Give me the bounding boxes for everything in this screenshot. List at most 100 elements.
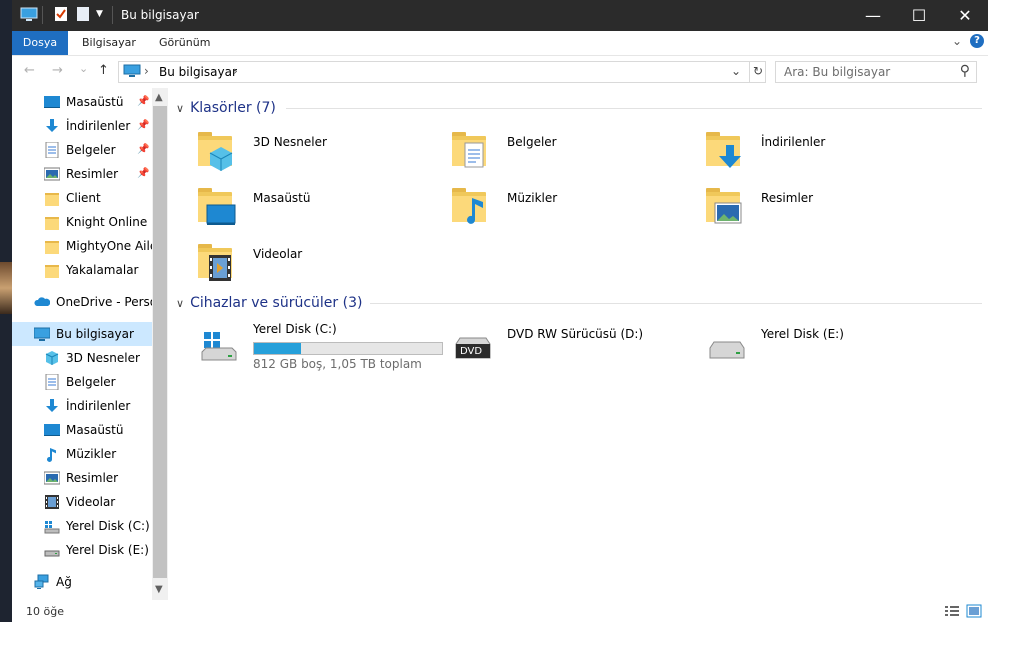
devices-group-title: Cihazlar ve sürücüler (3) [190, 295, 363, 311]
sidebar-item-label: 3D Nesneler [66, 351, 140, 365]
tab-computer[interactable]: Bilgisayar [82, 31, 136, 55]
sidebar-item-downloads[interactable]: İndirilenler [12, 114, 152, 138]
sidebar-item-music[interactable]: Müzikler [12, 442, 152, 466]
sidebar-item-label: Yakalamalar [66, 263, 139, 277]
devices-group-header[interactable]: ∨ Cihazlar ve sürücüler (3) [176, 295, 362, 311]
windows-drive-icon [44, 518, 60, 534]
sidebar-item-mightyone[interactable]: MightyOne Ailes [12, 234, 152, 258]
tab-file[interactable]: Dosya [12, 31, 68, 55]
drive-icon [44, 542, 60, 558]
folder-tile-3d-objects[interactable]: 3D Nesneler [196, 128, 446, 180]
pictures-icon [43, 470, 61, 486]
sidebar-item-label: Resimler [66, 167, 119, 181]
folder-label: Belgeler [507, 135, 557, 149]
back-button[interactable]: ← [24, 63, 35, 78]
sidebar-item-knight-online[interactable]: Knight Online [12, 210, 152, 234]
download-icon [704, 130, 748, 174]
folder-tile-pictures[interactable]: Resimler [704, 184, 954, 236]
sidebar-item-local-disk-e[interactable]: Yerel Disk (E:) [12, 538, 152, 562]
sidebar-item-documents-pc[interactable]: Belgeler [12, 370, 152, 394]
folders-group-header[interactable]: ∨ Klasörler (7) [176, 100, 276, 116]
quick-access-toolbar-dropdown-icon[interactable]: ▼ [96, 9, 103, 19]
sidebar-item-documents[interactable]: Belgeler [12, 138, 152, 162]
address-dropdown-icon[interactable]: ⌄ [731, 64, 741, 78]
desktop-background [0, 0, 12, 622]
sidebar-item-local-disk-c[interactable]: Yerel Disk (C:) [12, 514, 152, 538]
close-button[interactable]: ✕ [942, 0, 988, 31]
document-icon [44, 141, 60, 159]
tab-view[interactable]: Görünüm [159, 31, 210, 55]
sidebar-item-network[interactable]: Ağ [12, 570, 152, 594]
document-icon [44, 373, 60, 391]
forward-button[interactable]: → [52, 63, 63, 78]
sidebar-item-captures[interactable]: Yakalamalar [12, 258, 152, 282]
search-input[interactable]: Ara: Bu bilgisayar ⚲ [775, 61, 977, 83]
folder-tile-desktop[interactable]: Masaüstü [196, 184, 446, 236]
sidebar-item-videos[interactable]: Videolar [12, 490, 152, 514]
this-pc-icon[interactable] [20, 6, 38, 25]
sidebar-item-this-pc[interactable]: Bu bilgisayar [12, 322, 152, 346]
scroll-up-icon[interactable]: ▲ [155, 92, 163, 103]
folder-label: Müzikler [507, 191, 558, 205]
titlebar-separator-2 [112, 6, 113, 24]
search-icon[interactable]: ⚲ [960, 63, 970, 79]
navigation-scrollbar[interactable]: ▲ ▼ [152, 88, 168, 600]
desktop-icon [196, 186, 240, 230]
sidebar-item-downloads-pc[interactable]: İndirilenler [12, 394, 152, 418]
drive-space-text: 812 GB boş, 1,05 TB toplam [253, 357, 422, 371]
collapse-chevron-icon[interactable]: ∨ [176, 102, 184, 115]
maximize-button[interactable]: ☐ [896, 0, 942, 31]
sidebar-item-desktop[interactable]: Masaüstü [12, 90, 152, 114]
this-pc-icon [33, 326, 51, 342]
music-icon [450, 186, 494, 230]
desktop-wallpaper-fragment [0, 262, 12, 314]
address-bar[interactable]: › Bu bilgisayar › ⌄ ↻ [118, 61, 766, 83]
pin-icon[interactable]: 📌 [137, 144, 149, 155]
breadcrumb-separator-icon[interactable]: › [144, 64, 149, 78]
dvd-badge: DVD [460, 346, 483, 357]
expand-ribbon-icon[interactable]: ⌄ [952, 34, 962, 48]
details-view-icon[interactable] [944, 604, 960, 621]
file-explorer-window: ▼ Bu bilgisayar — ☐ ✕ Dosya Bilgisayar G… [12, 0, 988, 622]
sidebar-item-client[interactable]: Client [12, 186, 152, 210]
folder-tile-downloads[interactable]: İndirilenler [704, 128, 954, 180]
pin-icon[interactable]: 📌 [137, 96, 149, 107]
folder-label: Resimler [761, 191, 814, 205]
scrollbar-thumb[interactable] [153, 106, 167, 578]
properties-icon[interactable] [54, 6, 68, 25]
sidebar-item-onedrive[interactable]: OneDrive - Persor [12, 290, 152, 314]
up-button[interactable]: ↑ [98, 63, 109, 78]
pin-icon[interactable]: 📌 [137, 168, 149, 179]
download-icon [44, 398, 60, 414]
folder-label: Masaüstü [253, 191, 311, 205]
onedrive-icon [34, 294, 51, 310]
drive-tile-c[interactable]: Yerel Disk (C:) 812 GB boş, 1,05 TB topl… [196, 320, 446, 372]
drive-tile-e[interactable]: Yerel Disk (E:) [704, 320, 954, 372]
drive-label: DVD RW Sürücüsü (D:) [507, 327, 644, 341]
pin-icon[interactable]: 📌 [137, 120, 149, 131]
refresh-icon[interactable]: ↻ [753, 64, 763, 78]
sidebar-item-pictures[interactable]: Resimler [12, 162, 152, 186]
cube-3d-icon [196, 130, 240, 174]
minimize-button[interactable]: — [850, 0, 896, 31]
breadcrumb-chevron-icon[interactable]: › [233, 64, 238, 78]
collapse-chevron-icon[interactable]: ∨ [176, 297, 184, 310]
status-bar: 10 öğe [12, 600, 988, 622]
drive-tile-d[interactable]: DVD DVD RW Sürücüsü (D:) [450, 320, 700, 372]
breadcrumb[interactable]: Bu bilgisayar [159, 65, 237, 79]
sidebar-item-desktop-pc[interactable]: Masaüstü [12, 418, 152, 442]
folder-tile-videos[interactable]: Videolar [196, 240, 446, 292]
sidebar-item-3d-objects[interactable]: 3D Nesneler [12, 346, 152, 370]
scroll-down-icon[interactable]: ▼ [155, 584, 163, 595]
title-bar[interactable]: ▼ Bu bilgisayar — ☐ ✕ [12, 0, 988, 31]
recent-locations-button[interactable]: ⌄ [79, 62, 88, 75]
sidebar-item-label: İndirilenler [66, 119, 131, 133]
sidebar-item-label: OneDrive - Persor [56, 295, 152, 309]
help-icon[interactable]: ? [970, 34, 984, 48]
new-folder-icon[interactable] [76, 6, 90, 25]
address-bar-row: ← → ⌄ ↑ › Bu bilgisayar › ⌄ ↻ Ara: Bu bi… [12, 56, 988, 88]
folder-tile-music[interactable]: Müzikler [450, 184, 700, 236]
large-icons-view-icon[interactable] [966, 604, 982, 621]
folder-tile-documents[interactable]: Belgeler [450, 128, 700, 180]
sidebar-item-pictures-pc[interactable]: Resimler [12, 466, 152, 490]
